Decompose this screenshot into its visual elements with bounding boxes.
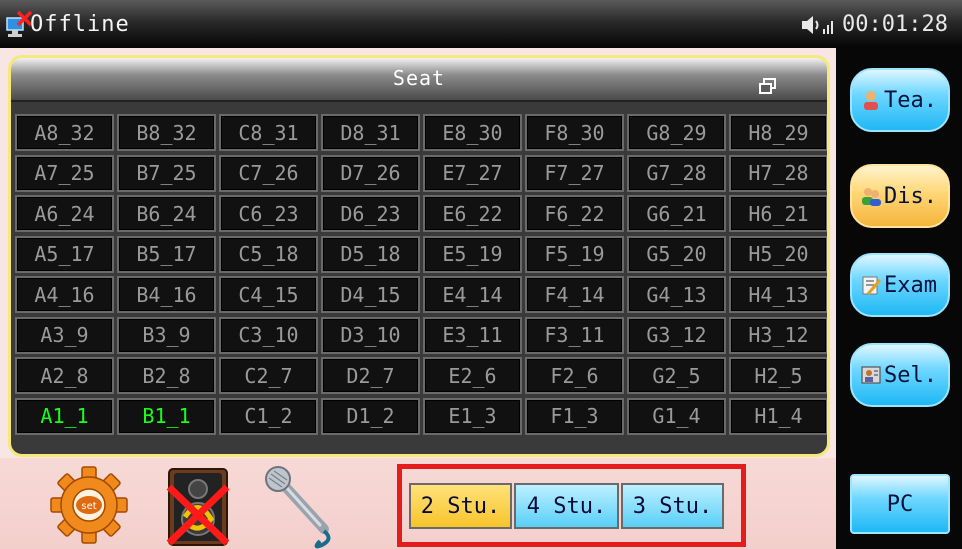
seat-d6-23[interactable]: D6_23 [321, 195, 420, 232]
group-4-students-button[interactable]: 4 Stu. [514, 483, 619, 529]
discussion-mode-label: Dis. [884, 183, 937, 209]
seat-h4-13[interactable]: H4_13 [729, 276, 827, 313]
teacher-mode-label: Tea. [884, 87, 937, 113]
seat-a6-24[interactable]: A6_24 [15, 195, 114, 232]
seat-a5-17[interactable]: A5_17 [15, 235, 114, 273]
select-icon [861, 366, 881, 384]
clock: 00:01:28 [842, 12, 948, 37]
seat-g6-21[interactable]: G6_21 [627, 195, 726, 232]
seat-h5-20[interactable]: H5_20 [729, 235, 827, 273]
seat-f2-6[interactable]: F2_6 [525, 357, 624, 394]
exam-mode-button[interactable]: Exam [850, 253, 950, 317]
seat-panel-header: Seat [11, 58, 827, 102]
seat-b4-16[interactable]: B4_16 [117, 276, 216, 313]
seat-d5-18[interactable]: D5_18 [321, 235, 420, 273]
group-3-students-button[interactable]: 3 Stu. [621, 483, 724, 529]
seat-b3-9[interactable]: B3_9 [117, 316, 216, 354]
seat-f7-27[interactable]: F7_27 [525, 154, 624, 192]
seat-d8-31[interactable]: D8_31 [321, 114, 420, 151]
seat-a2-8[interactable]: A2_8 [15, 357, 114, 394]
window-restore-icon[interactable] [759, 78, 777, 94]
seat-d2-7[interactable]: D2_7 [321, 357, 420, 394]
exam-icon [862, 276, 882, 295]
seat-c4-15[interactable]: C4_15 [219, 276, 318, 313]
seat-e3-11[interactable]: E3_11 [423, 316, 522, 354]
microphone-icon[interactable] [262, 465, 342, 549]
connection-status-text: Offline [30, 12, 130, 37]
seat-d4-15[interactable]: D4_15 [321, 276, 420, 313]
seat-f3-11[interactable]: F3_11 [525, 316, 624, 354]
seat-panel-title: Seat [392, 66, 446, 90]
seat-c5-18[interactable]: C5_18 [219, 235, 318, 273]
speaker-signal-icon[interactable] [800, 14, 834, 36]
group-4-students-label: 4 Stu. [526, 493, 607, 519]
seat-h8-29[interactable]: H8_29 [729, 114, 827, 151]
seat-e2-6[interactable]: E2_6 [423, 357, 522, 394]
seat-g1-4[interactable]: G1_4 [627, 397, 726, 435]
seat-c7-26[interactable]: C7_26 [219, 154, 318, 192]
seat-h7-28[interactable]: H7_28 [729, 154, 827, 192]
seat-c1-2[interactable]: C1_2 [219, 397, 318, 435]
group-3-students-label: 3 Stu. [632, 493, 713, 519]
seat-f1-3[interactable]: F1_3 [525, 397, 624, 435]
seat-g7-28[interactable]: G7_28 [627, 154, 726, 192]
seat-e7-27[interactable]: E7_27 [423, 154, 522, 192]
settings-badge-text: set [81, 501, 96, 512]
discussion-mode-button[interactable]: Dis. [850, 164, 950, 228]
mode-sidebar: Tea. Dis. Exam Sel. PC [836, 48, 962, 549]
exam-mode-label: Exam [884, 272, 937, 298]
seat-b2-8[interactable]: B2_8 [117, 357, 216, 394]
settings-gear-icon[interactable]: set [50, 465, 128, 545]
seat-b7-25[interactable]: B7_25 [117, 154, 216, 192]
speaker-muted-icon[interactable] [163, 467, 233, 547]
seat-grid: A8_32 B8_32 C8_31 D8_31 E8_30 F8_30 G8_29 H8_29… [15, 114, 827, 436]
seat-c2-7[interactable]: C2_7 [219, 357, 318, 394]
group-2-students-button[interactable]: 2 Stu. [409, 483, 512, 529]
seat-c3-10[interactable]: C3_10 [219, 316, 318, 354]
seat-e6-22[interactable]: E6_22 [423, 195, 522, 232]
seat-h2-5[interactable]: H2_5 [729, 357, 827, 394]
seat-a3-9[interactable]: A3_9 [15, 316, 114, 354]
seat-h6-21[interactable]: H6_21 [729, 195, 827, 232]
status-bar: Offline 00:01:28 [0, 0, 962, 48]
seat-e1-3[interactable]: E1_3 [423, 397, 522, 435]
seat-f8-30[interactable]: F8_30 [525, 114, 624, 151]
seat-a1-1[interactable]: A1_1 [15, 397, 114, 435]
seat-g2-5[interactable]: G2_5 [627, 357, 726, 394]
student-group-selector: 2 Stu. 4 Stu. 3 Stu. [397, 464, 746, 547]
seat-a4-16[interactable]: A4_16 [15, 276, 114, 313]
seat-b1-1[interactable]: B1_1 [117, 397, 216, 435]
seat-b5-17[interactable]: B5_17 [117, 235, 216, 273]
seat-g8-29[interactable]: G8_29 [627, 114, 726, 151]
select-mode-button[interactable]: Sel. [850, 343, 950, 407]
seat-e8-30[interactable]: E8_30 [423, 114, 522, 151]
seat-g3-12[interactable]: G3_12 [627, 316, 726, 354]
discussion-icon [862, 188, 881, 206]
seat-e5-19[interactable]: E5_19 [423, 235, 522, 273]
seat-b8-32[interactable]: B8_32 [117, 114, 216, 151]
seat-h1-4[interactable]: H1_4 [729, 397, 827, 435]
seat-d1-2[interactable]: D1_2 [321, 397, 420, 435]
seat-a7-25[interactable]: A7_25 [15, 154, 114, 192]
seat-f4-14[interactable]: F4_14 [525, 276, 624, 313]
seat-d3-10[interactable]: D3_10 [321, 316, 420, 354]
seat-f5-19[interactable]: F5_19 [525, 235, 624, 273]
seat-c6-23[interactable]: C6_23 [219, 195, 318, 232]
seat-b6-24[interactable]: B6_24 [117, 195, 216, 232]
seat-panel: Seat A8_32 B8_32 C8_31 D8_31 E8_30 F8_30 G8_29… [8, 55, 830, 457]
seat-g4-13[interactable]: G4_13 [627, 276, 726, 313]
seat-a8-32[interactable]: A8_32 [15, 114, 114, 151]
seat-e4-14[interactable]: E4_14 [423, 276, 522, 313]
seat-g5-20[interactable]: G5_20 [627, 235, 726, 273]
seat-c8-31[interactable]: C8_31 [219, 114, 318, 151]
seat-d7-26[interactable]: D7_26 [321, 154, 420, 192]
pc-button-label: PC [886, 491, 914, 517]
seat-h3-12[interactable]: H3_12 [729, 316, 827, 354]
pc-button[interactable]: PC [850, 474, 950, 534]
teacher-icon [864, 91, 878, 110]
group-2-students-label: 2 Stu. [420, 493, 501, 519]
teacher-mode-button[interactable]: Tea. [850, 68, 950, 132]
seat-f6-22[interactable]: F6_22 [525, 195, 624, 232]
select-mode-label: Sel. [884, 362, 937, 388]
